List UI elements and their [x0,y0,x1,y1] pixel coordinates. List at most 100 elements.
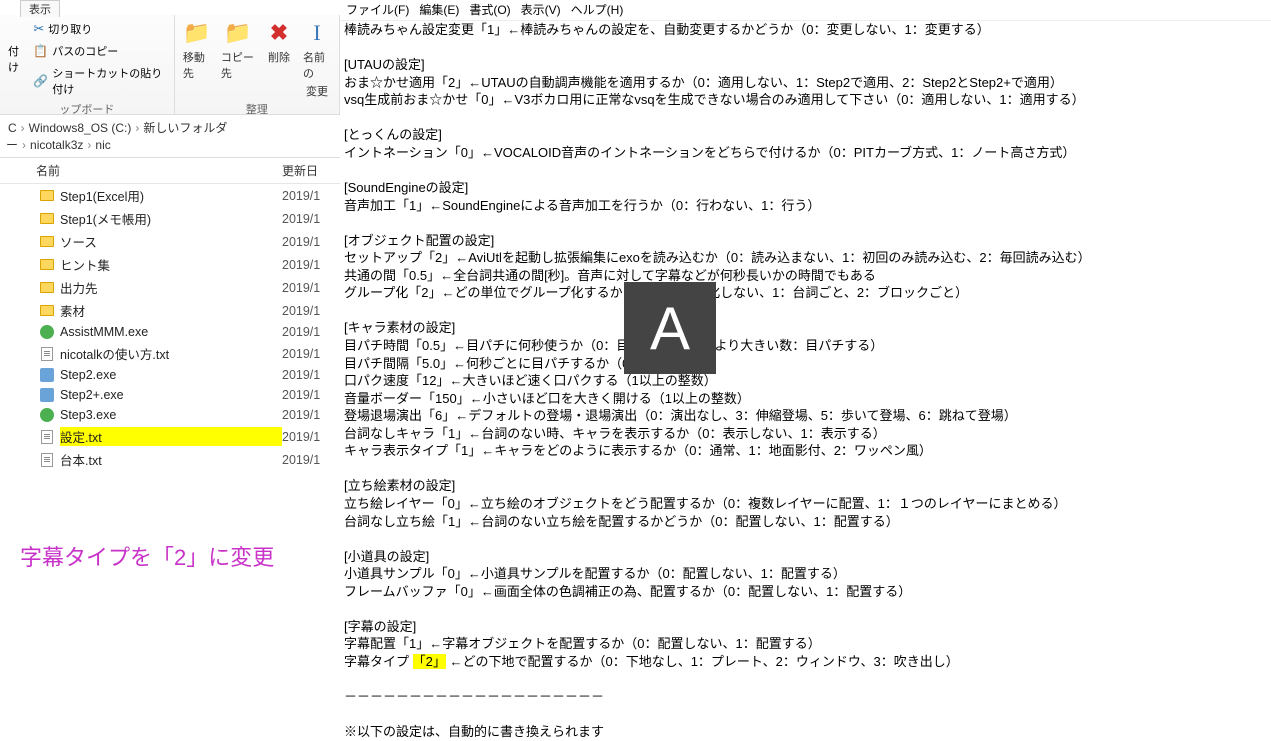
file-row[interactable]: Step1(Excel用)2019/1 [0,184,340,207]
exe-icon [38,387,56,403]
breadcrumb[interactable]: C›Windows8_OS (C:)›新しいフォルダー›nicotalk3z›n… [0,115,340,158]
file-date: 2019/1 [282,304,332,318]
text-line: [SoundEngineの設定] [344,179,1267,197]
text-line: 目パチ時間「0.5」←目パチに何秒使うか（0：目パチしない、0より大きい数：目パ… [344,337,1267,355]
file-name: Step2.exe [60,368,282,382]
text-line: グループ化「2」←どの単位でグループ化するか（0：グループ化しない、1：台詞ごと… [344,284,1267,302]
exe-icon [38,407,56,423]
breadcrumb-separator: › [21,121,25,135]
menu-item[interactable]: 書式(O) [469,2,510,18]
folder-icon [38,188,56,204]
rename-button[interactable]: 名前の 変更 [303,19,331,99]
menu-item[interactable]: ヘルプ(H) [571,2,624,18]
clipboard-group-label: ップボード [8,99,166,119]
ribbon: 付け 切り取り パスのコピー ショートカットの貼り付け ップボード 移動先 コピ… [0,15,340,115]
copy-path-button[interactable]: パスのコピー [33,41,166,61]
file-row[interactable]: AssistMMM.exe2019/1 [0,322,340,342]
file-row[interactable]: Step2.exe2019/1 [0,365,340,385]
file-row[interactable]: Step1(メモ帳用)2019/1 [0,207,340,230]
file-list: Step1(Excel用)2019/1Step1(メモ帳用)2019/1ソース2… [0,184,340,471]
text-line [344,214,1267,232]
text-line: 台詞なしキャラ「1」←台詞のない時、キャラを表示するか（0：表示しない、1：表示… [344,425,1267,443]
breadcrumb-segment[interactable]: Windows8_OS (C:) [29,121,132,135]
text-line [344,460,1267,478]
move-icon [183,19,211,47]
file-name: ヒント集 [60,255,282,274]
notepad-text-area[interactable]: 棒読みちゃん設定変更「1」←棒読みちゃんの設定を、自動変更するかどうか（0：変更… [340,21,1271,740]
paste-button-suffix[interactable]: 付け [8,43,27,75]
paste-shortcut-button[interactable]: ショートカットの貼り付け [33,63,166,99]
exe-icon [38,367,56,383]
file-date: 2019/1 [282,368,332,382]
file-date: 2019/1 [282,212,332,226]
file-name: Step2+.exe [60,388,282,402]
file-row[interactable]: 出力先2019/1 [0,276,340,299]
file-date: 2019/1 [282,388,332,402]
text-line [344,530,1267,548]
file-row[interactable]: 設定.txt2019/1 [0,425,340,448]
organize-group-label: 整理 [183,99,331,119]
delete-icon [265,19,293,47]
folder-icon [38,303,56,319]
text-line: [オブジェクト配置の設定] [344,232,1267,250]
file-row[interactable]: Step2+.exe2019/1 [0,385,340,405]
menu-item[interactable]: ファイル(F) [346,2,409,18]
text-line: 立ち絵レイヤー「0」←立ち絵のオブジェクトをどう配置するか（0：複数レイヤーに配… [344,495,1267,513]
annotation-caption: 字幕タイプを「2」に変更 [20,540,274,572]
text-line [344,162,1267,180]
text-line [344,39,1267,57]
breadcrumb-separator: › [22,138,26,152]
delete-button[interactable]: 削除 [265,19,293,65]
breadcrumb-segment[interactable]: C [8,121,17,135]
rename-icon [303,19,331,47]
exe-icon [38,324,56,340]
file-date: 2019/1 [282,408,332,422]
column-name[interactable]: 名前 [8,162,282,179]
file-row[interactable]: 素材2019/1 [0,299,340,322]
text-line: 共通の間「0.5」←全台詞共通の間[秒]。音声に対して字幕などが何秒長いかの時間… [344,267,1267,285]
file-row[interactable]: ソース2019/1 [0,230,340,253]
text-line: 棒読みちゃん設定変更「1」←棒読みちゃんの設定を、自動変更するかどうか（0：変更… [344,21,1267,39]
text-file-icon [38,429,56,445]
text-line: －－－－－－－－－－－－－－－－－－－－ [344,688,1267,706]
file-row[interactable]: ヒント集2019/1 [0,253,340,276]
scissors-icon [33,21,44,37]
view-tab[interactable]: 表示 [20,0,60,17]
menu-item[interactable]: 編集(E) [419,2,459,18]
text-line: おま☆かせ適用「2」←UTAUの自動調声機能を適用するか（0：適用しない、1：S… [344,74,1267,92]
text-line [344,302,1267,320]
notepad-menubar: ファイル(F) 編集(E) 書式(O) 表示(V) ヘルプ(H) [340,0,1271,21]
text-line [344,109,1267,127]
file-name: 素材 [60,301,282,320]
text-line: 目パチ間隔「5.0」←何秒ごとに目パチするか（0より大きい数） [344,355,1267,373]
text-line: 字幕タイプ 「2」 ←どの下地で配置するか（0：下地なし、1：プレート、2：ウィ… [344,653,1267,671]
text-line: セットアップ「2」←AviUtlを起動し拡張編集にexoを読み込むか（0：読み込… [344,249,1267,267]
move-to-button[interactable]: 移動先 [183,19,211,81]
highlighted-value: 「2」 [413,654,446,669]
folder-icon [38,257,56,273]
ribbon-group-organize: 移動先 コピー先 削除 名前の 変更 整理 [175,15,340,114]
text-line: 登場退場演出「6」←デフォルトの登場・退場演出（0：演出なし、3：伸縮登場、5：… [344,407,1267,425]
column-date[interactable]: 更新日 [282,162,332,179]
text-line: [立ち絵素材の設定] [344,477,1267,495]
copy-icon [33,44,48,58]
file-date: 2019/1 [282,281,332,295]
copy-to-button[interactable]: コピー先 [221,19,255,81]
breadcrumb-segment[interactable]: nic [95,138,110,152]
text-line: [とっくんの設定] [344,126,1267,144]
text-line: [字幕の設定] [344,618,1267,636]
cut-button[interactable]: 切り取り [33,19,166,39]
text-file-icon [38,452,56,468]
file-row[interactable]: nicotalkの使い方.txt2019/1 [0,342,340,365]
file-name: Step3.exe [60,408,282,422]
breadcrumb-segment[interactable]: nicotalk3z [30,138,83,152]
file-date: 2019/1 [282,258,332,272]
text-line: 台詞なし立ち絵「1」←台詞のない立ち絵を配置するかどうか（0：配置しない、1：配… [344,513,1267,531]
link-icon [33,74,48,88]
file-date: 2019/1 [282,189,332,203]
menu-item[interactable]: 表示(V) [521,2,561,18]
file-row[interactable]: Step3.exe2019/1 [0,405,340,425]
explorer-window: 表示 付け 切り取り パスのコピー ショートカットの貼り付け ップボード 移動先 [0,0,340,672]
text-line: 音量ボーダー「150」←小さいほど口を大きく開ける（1以上の整数） [344,390,1267,408]
file-row[interactable]: 台本.txt2019/1 [0,448,340,471]
